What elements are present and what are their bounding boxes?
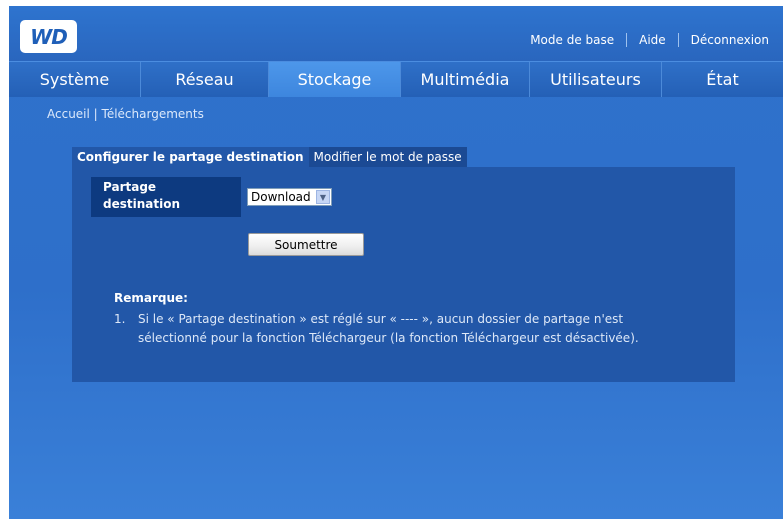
note-line-1: Si le « Partage destination » est réglé … [138, 312, 624, 326]
basic-mode-link[interactable]: Mode de base [518, 33, 626, 47]
chevron-down-icon[interactable]: ▼ [316, 190, 330, 204]
tab-change-password[interactable]: Modifier le mot de passe [308, 147, 467, 167]
tab-users[interactable]: Utilisateurs [530, 62, 662, 97]
tab-storage[interactable]: Stockage [269, 62, 401, 97]
note-number: 1. [114, 312, 126, 326]
app-frame: WD Mode de base Aide Déconnexion Système… [9, 6, 783, 519]
top-bar: WD Mode de base Aide Déconnexion [9, 6, 783, 61]
logout-link[interactable]: Déconnexion [679, 33, 781, 47]
settings-panel: Partage destination Download ▼ Soumettre… [72, 167, 735, 382]
submit-button[interactable]: Soumettre [248, 233, 364, 256]
share-destination-label: Partage destination [91, 177, 241, 217]
note-text: 1. Si le « Partage destination » est régl… [114, 310, 714, 348]
help-link[interactable]: Aide [627, 33, 678, 47]
logo-text: WD [30, 24, 68, 49]
main-nav: Système Réseau Stockage Multimédia Utili… [9, 61, 783, 97]
tab-network[interactable]: Réseau [141, 62, 269, 97]
share-destination-value: Download [251, 190, 311, 204]
panel-tabs: Configurer le partage destination Modifi… [72, 147, 467, 167]
breadcrumb-current[interactable]: Téléchargements [102, 107, 204, 121]
note-item: 1. Si le « Partage destination » est régl… [114, 310, 714, 329]
tab-configure-share[interactable]: Configurer le partage destination [72, 147, 309, 167]
tab-system[interactable]: Système [9, 62, 141, 97]
tab-status[interactable]: État [662, 62, 783, 97]
breadcrumb-separator: | [89, 107, 102, 121]
breadcrumb: Accueil | Téléchargements [47, 107, 204, 121]
note-line-2: sélectionné pour la fonction Téléchargeu… [138, 331, 639, 345]
top-links: Mode de base Aide Déconnexion [518, 30, 781, 50]
wd-logo: WD [20, 20, 77, 53]
tab-multimedia[interactable]: Multimédia [401, 62, 530, 97]
share-destination-select[interactable]: Download ▼ [247, 188, 332, 206]
note-title: Remarque: [114, 291, 188, 305]
breadcrumb-home[interactable]: Accueil [47, 107, 90, 121]
